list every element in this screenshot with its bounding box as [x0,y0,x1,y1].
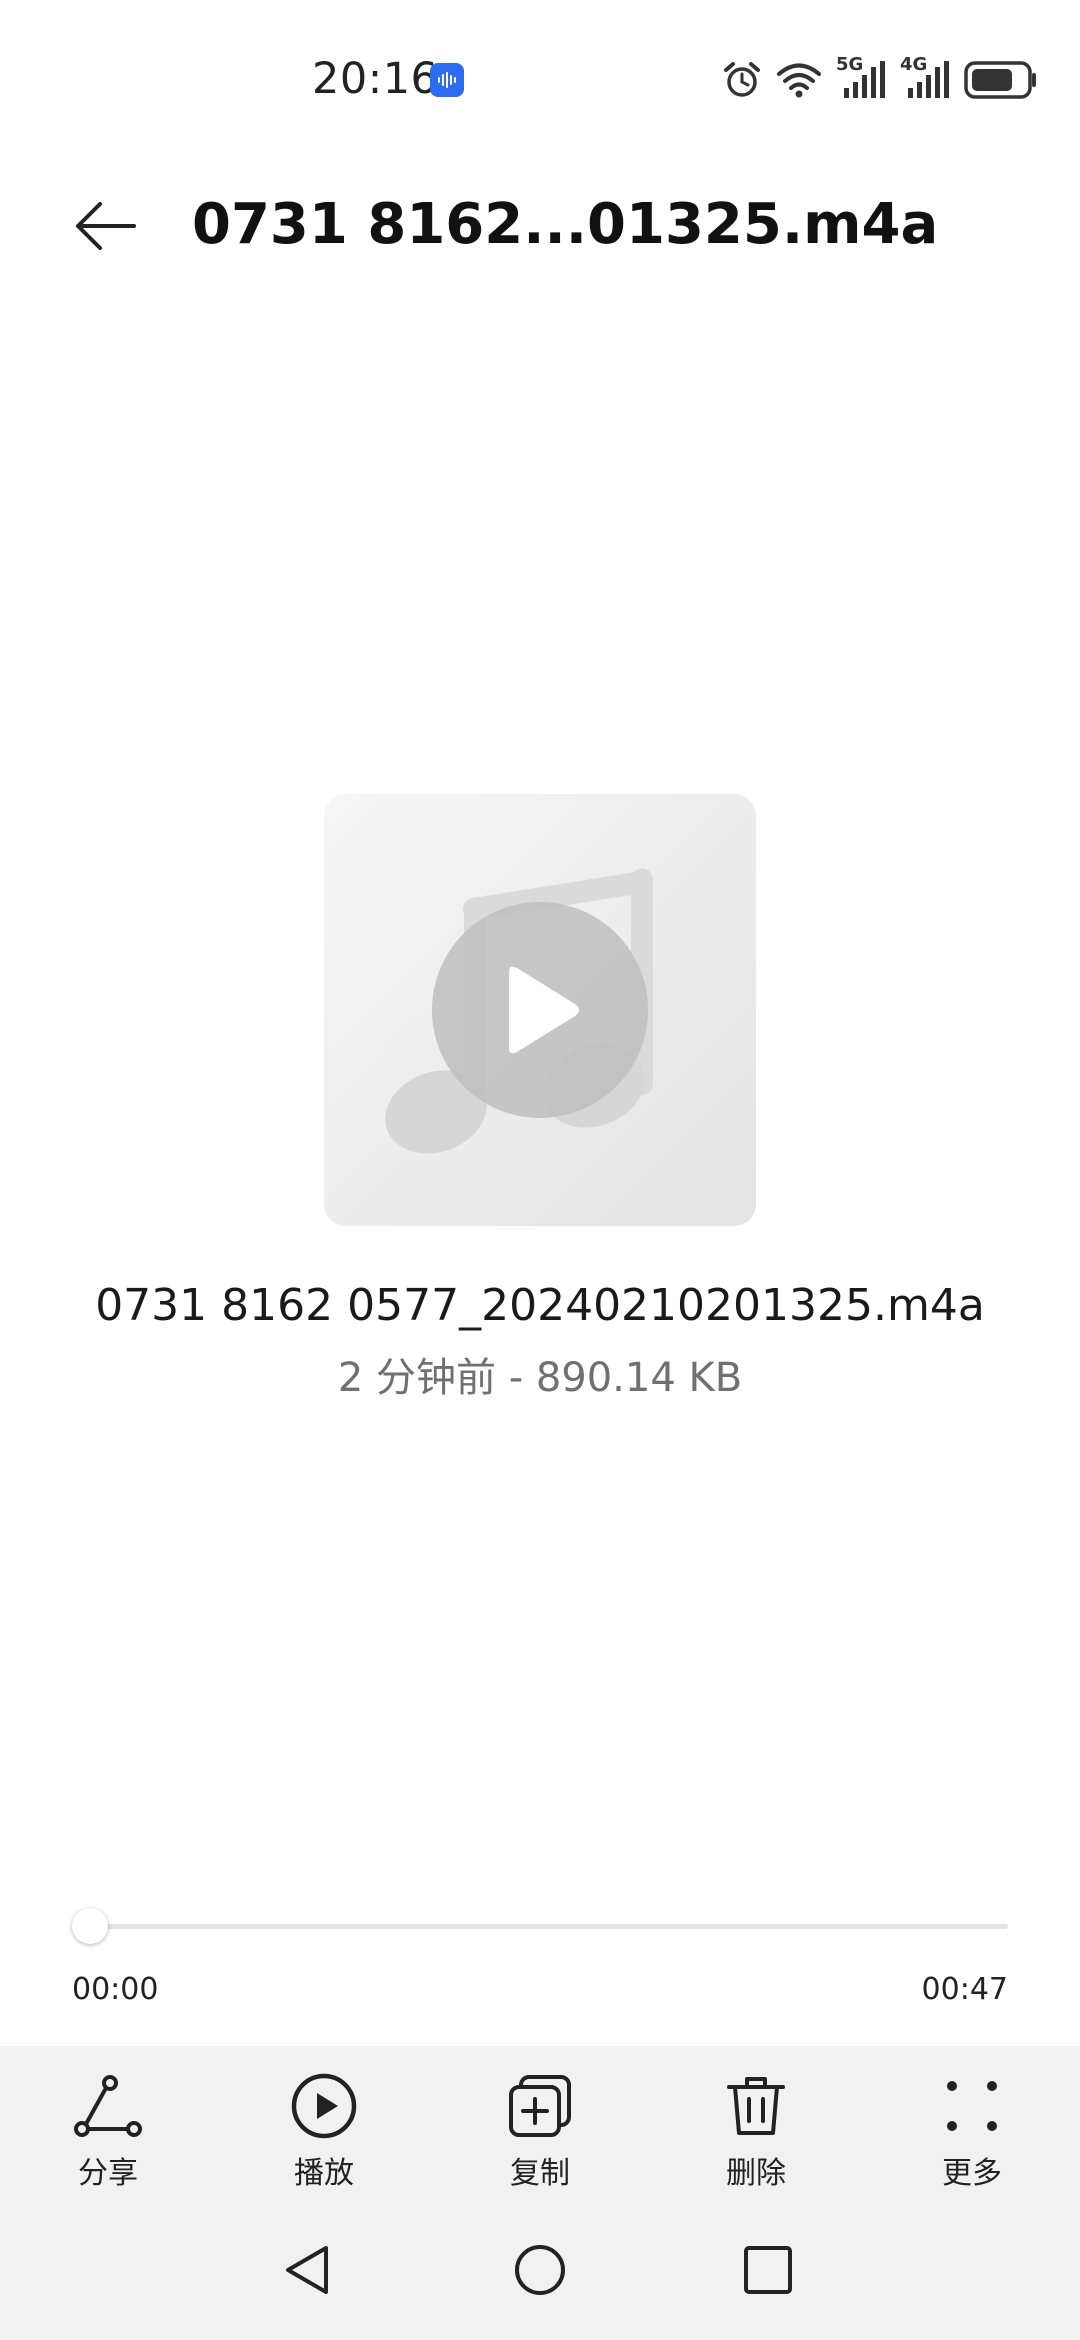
play-circle-icon [288,2070,360,2142]
delete-label: 删除 [726,2156,786,2191]
bottom-panel: 分享 播放 复制 删除 更多 [0,2046,1080,2340]
share-label: 分享 [78,2156,138,2191]
nav-back-button[interactable] [272,2234,344,2306]
status-time: 20:16 [312,54,439,104]
circle-home-icon [515,2245,565,2295]
battery-icon [964,61,1038,99]
net-label-5g: 5G [836,54,864,75]
delete-button[interactable]: 删除 [648,2046,864,2206]
copy-label: 复制 [510,2156,570,2191]
audio-artwork[interactable] [324,794,756,1226]
nav-recents-button[interactable] [732,2234,804,2306]
play-icon [509,966,579,1054]
play-label: 播放 [294,2156,354,2191]
alarm-icon [722,60,762,100]
copy-icon [504,2070,576,2142]
more-button[interactable]: 更多 [864,2046,1080,2206]
time-total: 00:47 [921,1972,1008,2007]
net-label-4g: 4G [900,54,928,75]
trash-icon [720,2070,792,2142]
more-label: 更多 [942,2156,1002,2191]
file-name: 0731 8162 0577_20240210201325.m4a [95,1280,985,1331]
back-button[interactable] [60,186,150,266]
page-title: 0731 8162...01325.m4a [192,192,939,257]
voice-recorder-icon [430,63,464,97]
play-overlay-button[interactable] [432,902,648,1118]
progress-thumb[interactable] [72,1908,108,1944]
play-button[interactable]: 播放 [216,2046,432,2206]
triangle-back-icon [286,2246,328,2294]
share-button[interactable]: 分享 [0,2046,216,2206]
file-meta: 2 分钟前 - 890.14 KB [337,1355,743,1401]
time-current: 00:00 [72,1972,159,2007]
toolbar: 分享 播放 复制 删除 更多 [0,2046,1080,2206]
arrow-left-icon [76,202,136,250]
more-dots-icon [936,2070,1008,2142]
app-bar: 0731 8162...01325.m4a [0,170,1080,280]
system-nav-bar [0,2200,1080,2340]
progress-track[interactable] [88,1924,1008,1929]
share-icon [72,2070,144,2142]
signal-5g-icon: 5G [836,54,886,100]
status-bar: 20:16 5G 4G [0,0,1080,160]
signal-4g-icon: 4G [900,54,950,100]
copy-button[interactable]: 复制 [432,2046,648,2206]
nav-home-button[interactable] [504,2234,576,2306]
square-recents-icon [744,2246,792,2294]
wifi-icon [776,61,822,99]
status-icons: 5G 4G [722,54,1038,102]
